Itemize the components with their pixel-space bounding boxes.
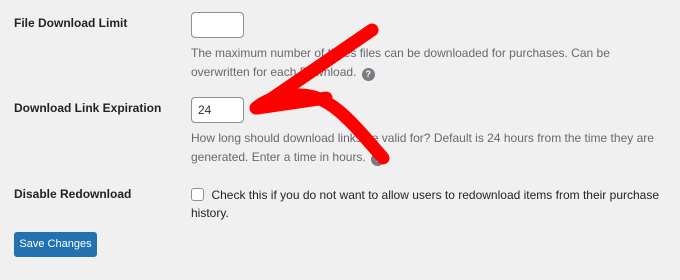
disable-redownload-checkbox-label[interactable]: Check this if you do not want to allow u…: [191, 188, 659, 220]
download-link-expiration-input[interactable]: [191, 97, 244, 123]
help-icon[interactable]: ?: [361, 68, 375, 81]
file-download-limit-description-text: The maximum number of times files can be…: [191, 46, 610, 79]
disable-redownload-checkbox[interactable]: [191, 188, 204, 201]
help-icon[interactable]: ?: [371, 153, 385, 166]
save-changes-button[interactable]: Save Changes: [14, 232, 97, 257]
download-link-expiration-label: Download Link Expiration: [14, 101, 162, 115]
file-download-limit-field: The maximum number of times files can be…: [191, 12, 671, 82]
download-link-expiration-description: How long should download links be valid …: [191, 129, 671, 167]
file-download-limit-description: The maximum number of times files can be…: [191, 44, 671, 82]
download-link-expiration-description-text: How long should download links be valid …: [191, 131, 654, 164]
file-download-limit-input[interactable]: [191, 12, 244, 38]
download-link-expiration-field: How long should download links be valid …: [191, 97, 671, 167]
disable-redownload-field: Check this if you do not want to allow u…: [191, 186, 680, 222]
disable-redownload-label: Disable Redownload: [14, 187, 132, 201]
file-download-limit-label: File Download Limit: [14, 16, 128, 30]
